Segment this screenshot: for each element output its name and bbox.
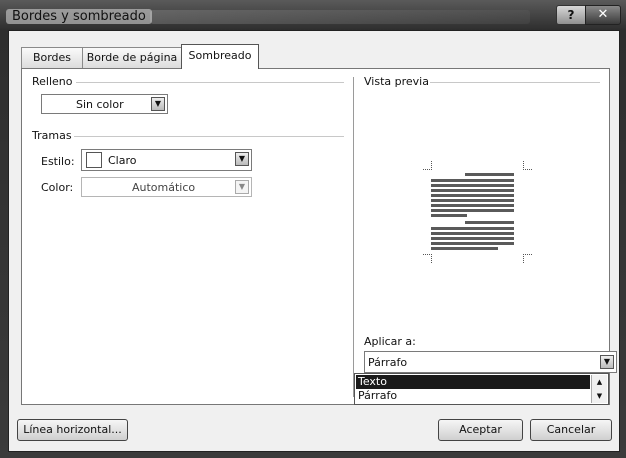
list-scrollbar[interactable]: ▲ ▼	[591, 375, 607, 403]
crop-mark	[523, 254, 532, 263]
list-item[interactable]: Párrafo	[356, 389, 590, 403]
title-bar: Bordes y sombreado ? ✕	[0, 0, 626, 30]
vista-previa-label: Vista previa	[364, 75, 429, 88]
estilo-value: Claro	[108, 154, 137, 167]
help-button[interactable]: ?	[556, 5, 586, 25]
preview-line	[465, 221, 514, 224]
tramas-divider	[74, 136, 344, 137]
tab-sombreado[interactable]: Sombreado	[181, 44, 259, 69]
color-label: Color:	[41, 181, 74, 194]
chevron-down-icon: ▼	[235, 152, 249, 166]
color-value: Automático	[132, 181, 196, 194]
preview-area	[413, 154, 540, 282]
relleno-divider	[76, 82, 344, 83]
aceptar-button[interactable]: Aceptar	[438, 419, 523, 441]
background-ribbon-ghost	[150, 10, 530, 24]
dialog-title: Bordes y sombreado	[6, 9, 152, 24]
aplicar-dropdown[interactable]: Párrafo ▼	[364, 351, 617, 373]
relleno-value: Sin color	[76, 98, 124, 111]
estilo-dropdown[interactable]: Claro ▼	[81, 149, 252, 171]
crop-mark	[523, 161, 532, 170]
vertical-separator	[353, 77, 354, 397]
scroll-down-icon[interactable]: ▼	[593, 390, 606, 402]
estilo-label: Estilo:	[41, 155, 75, 168]
preview-line	[431, 184, 514, 187]
color-dropdown[interactable]: Automático ▼	[81, 177, 252, 197]
dialog-window: Bordes y sombreado ? ✕ Bordes Borde de p…	[0, 0, 626, 458]
linea-horizontal-button[interactable]: Línea horizontal...	[17, 419, 128, 441]
preview-line	[431, 199, 514, 202]
crop-mark	[423, 161, 432, 170]
vista-previa-divider	[430, 82, 600, 83]
dialog-client: Bordes Borde de página Sombreado Relleno…	[8, 30, 620, 452]
preview-line	[431, 194, 514, 197]
tab-borde-de-pagina[interactable]: Borde de página	[82, 47, 182, 68]
tramas-label: Tramas	[32, 129, 72, 142]
preview-line	[431, 204, 514, 207]
preview-line	[431, 179, 514, 182]
list-item[interactable]: Texto	[356, 375, 590, 389]
scroll-up-icon[interactable]: ▲	[593, 376, 606, 388]
chevron-down-icon: ▼	[235, 180, 249, 194]
preview-line	[431, 237, 514, 240]
preview-line	[431, 189, 514, 192]
preview-line	[431, 232, 514, 235]
close-button[interactable]: ✕	[585, 5, 621, 25]
relleno-color-dropdown[interactable]: Sin color ▼	[41, 94, 168, 114]
chevron-down-icon: ▼	[600, 355, 614, 369]
pattern-swatch	[86, 152, 102, 168]
chevron-down-icon: ▼	[151, 97, 165, 111]
aplicar-options-list[interactable]: Texto Párrafo ▲ ▼	[354, 373, 609, 405]
preview-line	[431, 242, 514, 245]
cancelar-button[interactable]: Cancelar	[530, 419, 612, 441]
preview-line	[431, 227, 514, 230]
preview-line	[431, 209, 514, 212]
close-icon: ✕	[597, 7, 609, 22]
aplicar-value: Párrafo	[368, 356, 408, 369]
preview-line	[431, 247, 498, 250]
preview-line	[465, 173, 514, 176]
preview-line	[431, 214, 467, 217]
aplicar-label: Aplicar a:	[364, 335, 416, 348]
relleno-label: Relleno	[32, 75, 73, 88]
crop-mark	[423, 254, 432, 263]
tab-bordes[interactable]: Bordes	[21, 47, 83, 68]
